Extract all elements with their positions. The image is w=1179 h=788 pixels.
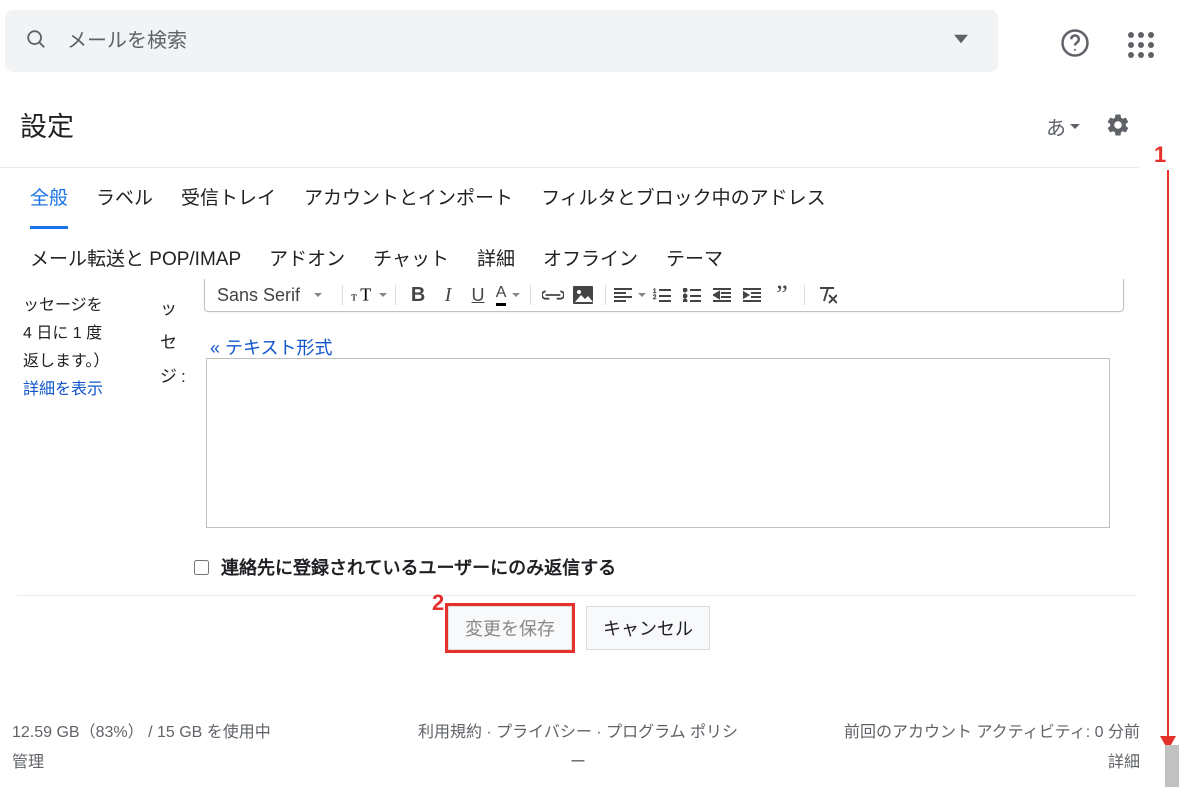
italic-button[interactable]: I [434,281,462,309]
text-char: セ [160,326,190,360]
tab-general[interactable]: 全般 [30,183,68,229]
scrollbar-thumb[interactable] [1165,745,1179,787]
text-line: ッセージを [23,292,109,320]
text-line: 返します。） [23,348,109,376]
vacation-hint-text: ッセージを 4 日に 1 度 返します。） 詳細を表示 [23,292,109,404]
separator [342,285,343,305]
details-link[interactable]: 詳細 [780,748,1140,772]
learn-more-link[interactable]: 詳細を表示 [23,381,103,398]
annotation-arrow-line [1167,170,1169,740]
activity-text: 前回のアカウント アクティビティ: 0 分前 [780,718,1140,742]
text-color-button[interactable]: A [494,281,522,309]
footer-storage: 12.59 GB（83%） / 15 GB を使用中 管理 [12,718,271,772]
tab-themes[interactable]: テーマ [666,244,723,271]
annotation-marker-1: 1 [1154,142,1166,168]
gear-icon[interactable] [1105,112,1131,143]
policy-links-cont: ー [388,748,768,772]
storage-text: 12.59 GB（83%） / 15 GB を使用中 [12,718,271,742]
search-options-caret[interactable] [944,22,978,61]
action-buttons: 変更を保存 キャンセル [448,606,710,650]
save-button[interactable]: 変更を保存 [448,606,572,650]
svg-text:т: т [351,289,357,303]
caret-down-icon [1070,124,1080,129]
footer-activity: 前回のアカウント アクティビティ: 0 分前 詳細 [780,718,1140,772]
svg-text:2: 2 [653,295,657,301]
tab-chat[interactable]: チャット [373,244,449,271]
separator [395,285,396,305]
help-icon[interactable] [1060,28,1090,63]
search-input[interactable] [67,30,944,53]
rich-text-toolbar: Sans Serif тT B I U A 12 ” [204,279,1124,312]
svg-text:T: T [360,286,371,304]
underline-button[interactable]: U [464,281,492,309]
font-size-select[interactable]: тT [351,281,387,309]
page-title: 設定 [20,105,74,144]
search-icon [25,28,47,55]
manage-link[interactable]: 管理 [12,748,271,772]
bold-button[interactable]: B [404,281,432,309]
bulleted-list-button[interactable] [678,281,706,309]
tab-labels[interactable]: ラベル [96,183,153,229]
message-body-editor[interactable] [206,358,1110,528]
text-char: ジ: [160,360,190,394]
align-button[interactable] [614,281,646,309]
tab-forwarding-pop-imap[interactable]: メール転送と POP/IMAP [30,244,241,271]
indent-less-button[interactable] [708,281,736,309]
tab-filters-blocked[interactable]: フィルタとブロック中のアドレス [541,183,826,229]
tab-accounts-import[interactable]: アカウントとインポート [304,183,513,229]
message-label: ッ セ ジ: [160,292,190,394]
contacts-only-checkbox[interactable] [194,560,209,575]
settings-tabs-row1: 全般 ラベル 受信トレイ アカウントとインポート フィルタとブロック中のアドレス [30,183,826,229]
clear-formatting-button[interactable] [813,281,841,309]
tab-addons[interactable]: アドオン [269,244,345,271]
language-button[interactable]: あ [1046,112,1080,141]
image-button[interactable] [569,281,597,309]
link-button[interactable] [539,281,567,309]
tab-offline[interactable]: オフライン [543,244,638,271]
separator [605,285,606,305]
annotation-marker-2: 2 [432,590,444,616]
contacts-only-row: 連絡先に登録されているユーザーにのみ返信する [194,554,616,580]
text-line: 4 日に 1 度 [23,320,109,348]
footer-links: 利用規約 · プライバシー · プログラム ポリシ ー [388,718,768,772]
divider [0,167,1139,168]
numbered-list-button[interactable]: 12 [648,281,676,309]
search-bar[interactable] [5,10,998,72]
font-name-label: Sans Serif [217,285,300,306]
policy-links[interactable]: 利用規約 · プライバシー · プログラム ポリシ [388,718,768,742]
plain-text-link[interactable]: « テキスト形式 [210,334,332,360]
divider [17,595,1137,596]
font-family-select[interactable]: Sans Serif [213,285,334,306]
separator [530,285,531,305]
quote-button[interactable]: ” [768,281,796,309]
apps-grid-icon[interactable] [1128,32,1154,58]
separator [804,285,805,305]
settings-tabs-row2: メール転送と POP/IMAP アドオン チャット 詳細 オフライン テーマ [30,244,723,271]
language-label: あ [1046,112,1066,141]
tab-advanced[interactable]: 詳細 [477,244,515,271]
contacts-only-label: 連絡先に登録されているユーザーにのみ返信する [221,554,616,580]
text-char: ッ [160,292,190,326]
save-button-wrapper: 変更を保存 [448,606,572,650]
cancel-button[interactable]: キャンセル [586,606,710,650]
tab-inbox[interactable]: 受信トレイ [181,183,276,229]
indent-more-button[interactable] [738,281,766,309]
